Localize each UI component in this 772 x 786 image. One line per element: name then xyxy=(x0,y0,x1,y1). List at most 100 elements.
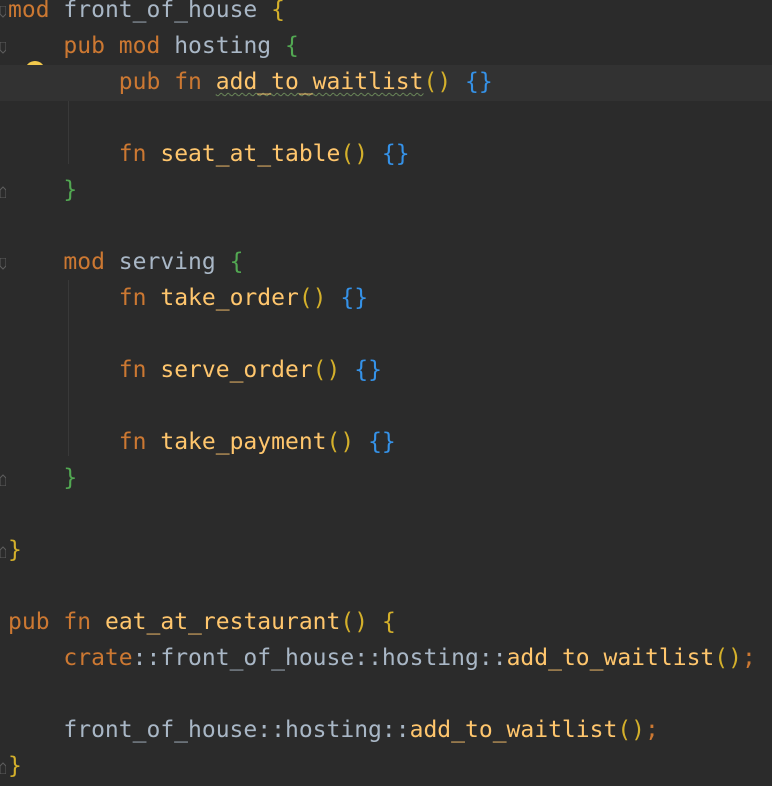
code-token: { xyxy=(285,33,299,59)
code-token: } xyxy=(8,537,22,563)
fold-marker-icon[interactable] xyxy=(0,186,6,198)
code-line[interactable]: } xyxy=(8,466,77,502)
code-token: ; xyxy=(741,645,756,671)
fold-marker-icon[interactable] xyxy=(0,762,6,774)
code-line[interactable]: fn take_order() {} xyxy=(8,286,368,322)
code-token: fn xyxy=(63,609,92,635)
code-token: () xyxy=(312,357,341,383)
code-token: { xyxy=(229,249,244,275)
code-token: take_payment xyxy=(160,429,327,455)
code-token: } xyxy=(63,177,78,203)
code-line[interactable]: pub fn add_to_waitlist() {} xyxy=(0,65,772,101)
code-token: {} xyxy=(368,429,396,455)
code-token: front_of_house xyxy=(160,645,355,671)
code-line[interactable]: } xyxy=(8,538,22,574)
code-editor[interactable]: mod front_of_house { pub mod hosting { p… xyxy=(0,0,772,786)
fold-marker-icon[interactable] xyxy=(0,6,6,18)
code-line[interactable]: fn seat_at_table() {} xyxy=(8,142,410,178)
code-token: crate xyxy=(63,645,133,671)
code-line[interactable]: front_of_house::hosting::add_to_waitlist… xyxy=(8,718,659,754)
code-token: hosting xyxy=(284,717,382,743)
code-token: serving xyxy=(118,249,216,275)
code-token: mod xyxy=(8,0,50,23)
code-token: () xyxy=(326,429,355,455)
code-token: pub xyxy=(118,69,161,95)
fold-marker-icon[interactable] xyxy=(0,474,6,486)
code-token: () xyxy=(340,609,369,635)
code-token: front_of_house xyxy=(63,0,258,23)
code-token: { xyxy=(271,0,285,23)
code-token: take_order xyxy=(160,285,299,311)
code-token: hosting xyxy=(381,645,479,671)
code-token: {} xyxy=(381,141,410,167)
code-token: :: xyxy=(478,645,507,671)
code-token: hosting xyxy=(174,33,272,59)
fold-marker-icon[interactable] xyxy=(0,546,6,558)
code-token: fn xyxy=(118,357,147,383)
fold-marker-icon[interactable] xyxy=(0,42,6,54)
code-line[interactable]: mod front_of_house { xyxy=(8,0,285,34)
code-token: ; xyxy=(645,717,659,743)
code-token: add_to_waitlist xyxy=(215,69,424,95)
code-token: add_to_waitlist xyxy=(409,717,618,743)
fold-marker-icon[interactable] xyxy=(0,258,6,270)
code-token: () xyxy=(714,645,742,671)
code-token: () xyxy=(340,141,369,167)
code-token: () xyxy=(423,69,452,95)
code-token: {} xyxy=(354,357,382,383)
code-line[interactable]: } xyxy=(8,178,77,214)
code-token: serve_order xyxy=(160,357,313,383)
code-line[interactable]: pub fn eat_at_restaurant() { xyxy=(8,610,396,646)
code-token: fn xyxy=(118,141,147,167)
code-token: :: xyxy=(381,717,410,743)
code-token: fn xyxy=(118,429,147,455)
code-token: } xyxy=(8,753,22,779)
code-token: fn xyxy=(174,69,202,95)
code-token: seat_at_table xyxy=(160,141,341,167)
code-token: { xyxy=(381,609,396,635)
code-token: () xyxy=(298,285,327,311)
code-line[interactable]: fn take_payment() {} xyxy=(8,430,396,466)
code-line[interactable]: fn serve_order() {} xyxy=(8,358,382,394)
code-token: mod xyxy=(118,33,161,59)
code-token: eat_at_restaurant xyxy=(104,609,341,635)
code-token: () xyxy=(617,717,646,743)
code-token: :: xyxy=(132,645,161,671)
code-line[interactable]: crate::front_of_house::hosting::add_to_w… xyxy=(8,645,756,682)
code-token: :: xyxy=(354,645,382,671)
code-line[interactable]: } xyxy=(8,754,22,786)
code-token: {} xyxy=(340,285,369,311)
code-token: {} xyxy=(465,69,493,95)
code-token: pub xyxy=(8,609,50,635)
code-line[interactable]: mod serving { xyxy=(8,250,243,286)
